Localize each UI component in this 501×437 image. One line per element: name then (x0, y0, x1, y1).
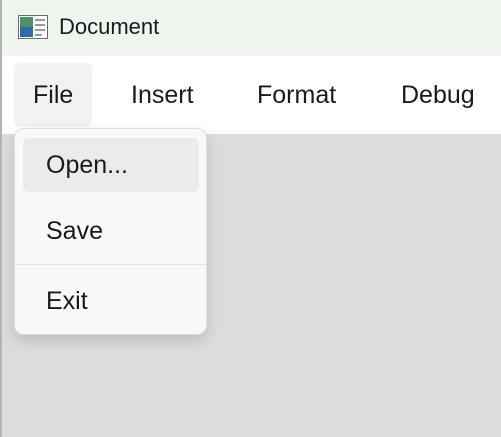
window-title: Document (59, 14, 160, 39)
menu-debug[interactable]: Debug (382, 63, 494, 127)
menu-separator (15, 264, 206, 265)
menu-bar: File Insert Format Debug (2, 56, 501, 134)
menu-item-open[interactable]: Open... (23, 138, 199, 192)
app-window: Document File Insert Format Debug Open..… (0, 0, 501, 437)
title-bar: Document (2, 0, 501, 56)
document-app-icon (18, 15, 48, 39)
menu-insert[interactable]: Insert (112, 63, 213, 127)
menu-item-exit[interactable]: Exit (23, 274, 199, 328)
menu-item-save[interactable]: Save (23, 204, 199, 258)
file-menu-dropdown: Open... Save Exit (14, 128, 207, 335)
menu-file[interactable]: File (14, 63, 93, 127)
menu-format[interactable]: Format (238, 63, 355, 127)
